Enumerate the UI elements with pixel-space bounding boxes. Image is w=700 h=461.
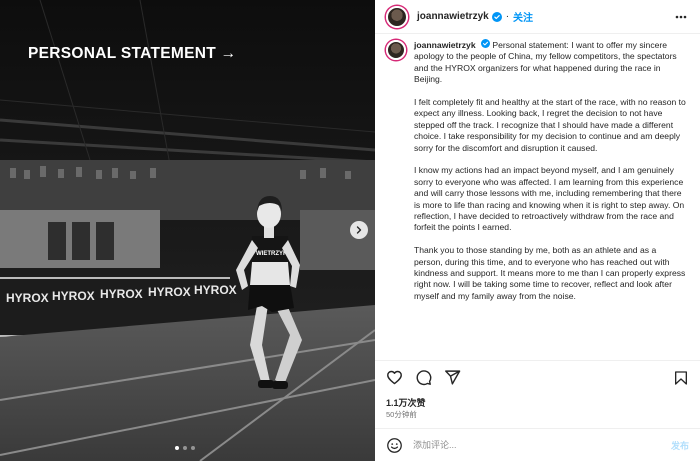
- banner-text-2: HYROX: [52, 289, 95, 303]
- caption-text: joannawietrzyk Personal statement: I wan…: [414, 39, 686, 360]
- comment-button[interactable]: [415, 369, 432, 386]
- banner-text-5: HYROX: [194, 283, 237, 297]
- media-title: PERSONAL STATEMENT →: [28, 45, 237, 62]
- banner-text-1: HYROX: [6, 291, 49, 305]
- bookmark-icon: [675, 370, 687, 385]
- save-button[interactable]: [673, 370, 689, 386]
- follow-button[interactable]: 关注: [513, 9, 533, 24]
- header-username[interactable]: joannawietrzyk: [417, 11, 489, 22]
- post-header: joannawietrzyk · 关注: [375, 0, 700, 34]
- caption-paragraph-2: I felt completely fit and healthy at the…: [414, 97, 686, 153]
- next-slide-button[interactable]: [350, 221, 368, 239]
- comment-bar: 发布: [375, 428, 700, 461]
- emoji-button[interactable]: [386, 437, 403, 454]
- avatar[interactable]: [386, 5, 408, 28]
- header-separator: ·: [505, 11, 510, 22]
- caption-avatar[interactable]: [386, 40, 406, 60]
- heart-icon: [387, 370, 402, 385]
- post-time[interactable]: 50分钟前: [386, 409, 417, 420]
- caption-username[interactable]: joannawietrzyk: [414, 40, 476, 50]
- carousel-dot: [175, 446, 179, 450]
- caption-paragraph-3: I know my actions had an impact beyond m…: [414, 165, 685, 233]
- carousel-dot: [191, 446, 195, 450]
- action-bar: [375, 360, 700, 394]
- share-button[interactable]: [444, 369, 461, 386]
- post-media[interactable]: HYROX HYROX HYROX HYROX HYROX WIETRZYK P…: [0, 0, 375, 461]
- bib-text: WIETRZYK: [256, 251, 288, 257]
- comment-icon: [416, 370, 432, 386]
- carousel-dots: [175, 446, 195, 450]
- carousel-dot: [183, 446, 187, 450]
- caption-section: joannawietrzyk Personal statement: I wan…: [375, 34, 700, 360]
- post-side-panel: joannawietrzyk · 关注 joannawietrzyk Perso…: [375, 0, 700, 461]
- runner-photo: HYROX HYROX HYROX HYROX HYROX WIETRZYK: [0, 0, 375, 461]
- caption-paragraph-4: Thank you to those standing by me, both …: [414, 245, 686, 301]
- share-icon: [445, 370, 461, 385]
- comment-input[interactable]: [413, 440, 653, 450]
- like-count[interactable]: 1.1万次赞: [386, 396, 426, 409]
- more-icon: [675, 15, 687, 19]
- chevron-right-icon: [356, 226, 362, 234]
- post-comment-button[interactable]: 发布: [671, 439, 689, 452]
- like-button[interactable]: [386, 369, 403, 386]
- banner-text-3: HYROX: [100, 287, 143, 301]
- verified-badge-icon: [481, 39, 490, 48]
- emoji-icon: [387, 437, 402, 453]
- verified-badge-icon: [491, 11, 502, 22]
- caption-paragraph-1: joannawietrzyk Personal statement: I wan…: [414, 39, 686, 86]
- banner-text-4: HYROX: [148, 285, 191, 299]
- more-options-button[interactable]: [674, 10, 688, 29]
